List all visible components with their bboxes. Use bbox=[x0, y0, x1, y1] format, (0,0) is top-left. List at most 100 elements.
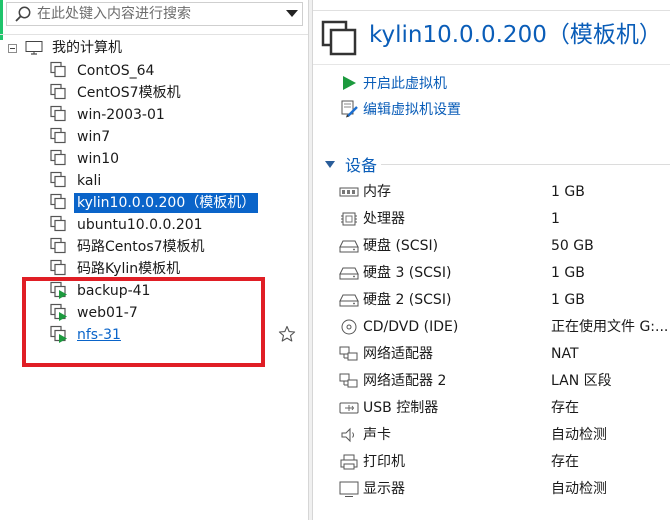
device-value: 1 bbox=[551, 211, 560, 227]
annotation-highlight-box bbox=[22, 277, 265, 367]
tree-root-my-computer[interactable]: 我的计算机 bbox=[8, 38, 125, 58]
device-row[interactable]: 内存 1 GB bbox=[339, 179, 670, 206]
vm-tree-item[interactable]: win7 bbox=[48, 126, 258, 148]
vm-tree-item-label: 码路Kylin模板机 bbox=[77, 261, 181, 277]
device-name: 网络适配器 2 bbox=[363, 373, 447, 389]
device-row[interactable]: 硬盘 (SCSI) 50 GB bbox=[339, 233, 670, 260]
device-name: 内存 bbox=[363, 184, 391, 200]
vm-tree-item[interactable]: CentOS7模板机 bbox=[48, 82, 258, 104]
vm-tree-item-label: ubuntu10.0.0.201 bbox=[77, 217, 203, 233]
device-name: 网络适配器 bbox=[363, 346, 433, 362]
printer-icon bbox=[340, 454, 358, 470]
device-name: 硬盘 3 (SCSI) bbox=[363, 265, 452, 281]
device-row[interactable]: 网络适配器 2 LAN 区段 bbox=[339, 368, 670, 395]
vm-icon bbox=[50, 171, 66, 188]
device-row[interactable]: 硬盘 3 (SCSI) 1 GB bbox=[339, 260, 670, 287]
device-name: 打印机 bbox=[363, 454, 405, 470]
library-search-bar[interactable] bbox=[6, 2, 303, 26]
processor-icon bbox=[341, 212, 357, 226]
collapse-triangle-icon[interactable] bbox=[325, 160, 335, 168]
vm-title: kylin10.0.0.200（模板机） bbox=[369, 22, 662, 48]
vm-tree-item-label: CentOS7模板机 bbox=[77, 85, 181, 101]
hard-disk-icon bbox=[339, 294, 359, 307]
computer-icon bbox=[25, 41, 43, 55]
device-row[interactable]: USB 控制器 存在 bbox=[339, 395, 670, 422]
network-adapter-icon bbox=[339, 373, 358, 388]
device-value: 正在使用文件 G:... bbox=[551, 319, 669, 335]
display-icon bbox=[339, 481, 359, 497]
devices-section-header[interactable]: 设备 bbox=[323, 152, 377, 176]
vm-tree-item-label: win7 bbox=[77, 129, 111, 145]
edit-settings-icon bbox=[341, 100, 358, 118]
device-value: 50 GB bbox=[551, 238, 594, 254]
power-on-vm-link[interactable]: 开启此虚拟机 bbox=[341, 72, 447, 94]
vm-tree-item[interactable]: win-2003-01 bbox=[48, 104, 258, 126]
vm-tree-item[interactable]: ContOS_64 bbox=[48, 60, 258, 82]
usb-controller-icon bbox=[339, 402, 359, 414]
device-value: 1 GB bbox=[551, 292, 585, 308]
device-value: 自动检测 bbox=[551, 481, 607, 497]
vm-icon bbox=[50, 193, 66, 210]
device-name: 声卡 bbox=[363, 427, 391, 443]
device-value: 自动检测 bbox=[551, 427, 607, 443]
edit-vm-settings-link[interactable]: 编辑虚拟机设置 bbox=[341, 98, 461, 120]
vm-tree-item[interactable]: kali bbox=[48, 170, 258, 192]
vm-icon bbox=[321, 20, 357, 56]
device-row[interactable]: 处理器 1 bbox=[339, 206, 670, 233]
vm-icon bbox=[50, 83, 66, 100]
divider bbox=[313, 64, 670, 65]
device-name: CD/DVD (IDE) bbox=[363, 319, 459, 335]
divider bbox=[0, 34, 308, 35]
device-row[interactable]: 声卡 自动检测 bbox=[339, 422, 670, 449]
vm-icon bbox=[50, 61, 66, 78]
vm-tree-item-label: win-2003-01 bbox=[77, 107, 165, 123]
vm-icon bbox=[50, 149, 66, 166]
sound-card-icon bbox=[341, 427, 354, 443]
tree-root-label: 我的计算机 bbox=[52, 40, 122, 56]
device-name: 硬盘 (SCSI) bbox=[363, 238, 439, 254]
vm-icon bbox=[50, 259, 66, 276]
power-on-label: 开启此虚拟机 bbox=[363, 76, 447, 92]
device-list: 内存 1 GB 处理器 1 硬盘 (SCSI) 50 GB 硬盘 3 (SCSI) 1 GB 硬… bbox=[339, 179, 670, 503]
vm-tree-item-label: ContOS_64 bbox=[77, 63, 155, 79]
vm-icon bbox=[50, 237, 66, 254]
vm-icon bbox=[50, 215, 66, 232]
device-value: NAT bbox=[551, 346, 579, 362]
device-name: 处理器 bbox=[363, 211, 405, 227]
collapse-toggle-icon[interactable] bbox=[8, 43, 17, 53]
device-name: 硬盘 2 (SCSI) bbox=[363, 292, 452, 308]
hard-disk-icon bbox=[339, 240, 359, 253]
vm-tree-item[interactable]: 码路Centos7模板机 bbox=[48, 236, 258, 258]
vm-icon bbox=[50, 127, 66, 144]
chevron-down-icon[interactable] bbox=[286, 10, 298, 17]
vm-icon bbox=[50, 105, 66, 122]
detail-top-strip bbox=[313, 0, 670, 11]
search-icon[interactable] bbox=[14, 5, 32, 23]
device-name: USB 控制器 bbox=[363, 400, 439, 416]
device-value: 1 GB bbox=[551, 184, 585, 200]
vm-tree-item[interactable]: ubuntu10.0.0.201 bbox=[48, 214, 258, 236]
device-row[interactable]: 打印机 存在 bbox=[339, 449, 670, 476]
device-row[interactable]: 硬盘 2 (SCSI) 1 GB bbox=[339, 287, 670, 314]
device-row[interactable]: 网络适配器 NAT bbox=[339, 341, 670, 368]
vm-tree-item[interactable]: kylin10.0.0.200（模板机） bbox=[48, 192, 259, 214]
play-icon bbox=[343, 76, 356, 90]
library-pane: 我的计算机 ContOS_64 CentOS7模板机 win-2003-01 win7… bbox=[0, 0, 308, 520]
device-value: 存在 bbox=[551, 400, 579, 416]
vm-tree-item-label: win10 bbox=[77, 151, 120, 167]
vm-tree-item-label: 码路Centos7模板机 bbox=[77, 239, 205, 255]
vm-tree-item-label: kylin10.0.0.200（模板机） bbox=[74, 193, 259, 213]
memory-icon bbox=[339, 187, 359, 197]
star-icon[interactable] bbox=[278, 325, 296, 343]
network-adapter-icon bbox=[339, 346, 358, 361]
hard-disk-icon bbox=[339, 267, 359, 280]
device-row[interactable]: 显示器 自动检测 bbox=[339, 476, 670, 503]
vm-tree-item[interactable]: win10 bbox=[48, 148, 258, 170]
device-row[interactable]: CD/DVD (IDE) 正在使用文件 G:... bbox=[339, 314, 670, 341]
edit-settings-label: 编辑虚拟机设置 bbox=[363, 102, 461, 118]
devices-section-label: 设备 bbox=[345, 156, 378, 175]
device-value: 存在 bbox=[551, 454, 579, 470]
search-input[interactable] bbox=[37, 4, 277, 24]
device-name: 显示器 bbox=[363, 481, 405, 497]
device-value: LAN 区段 bbox=[551, 373, 612, 389]
